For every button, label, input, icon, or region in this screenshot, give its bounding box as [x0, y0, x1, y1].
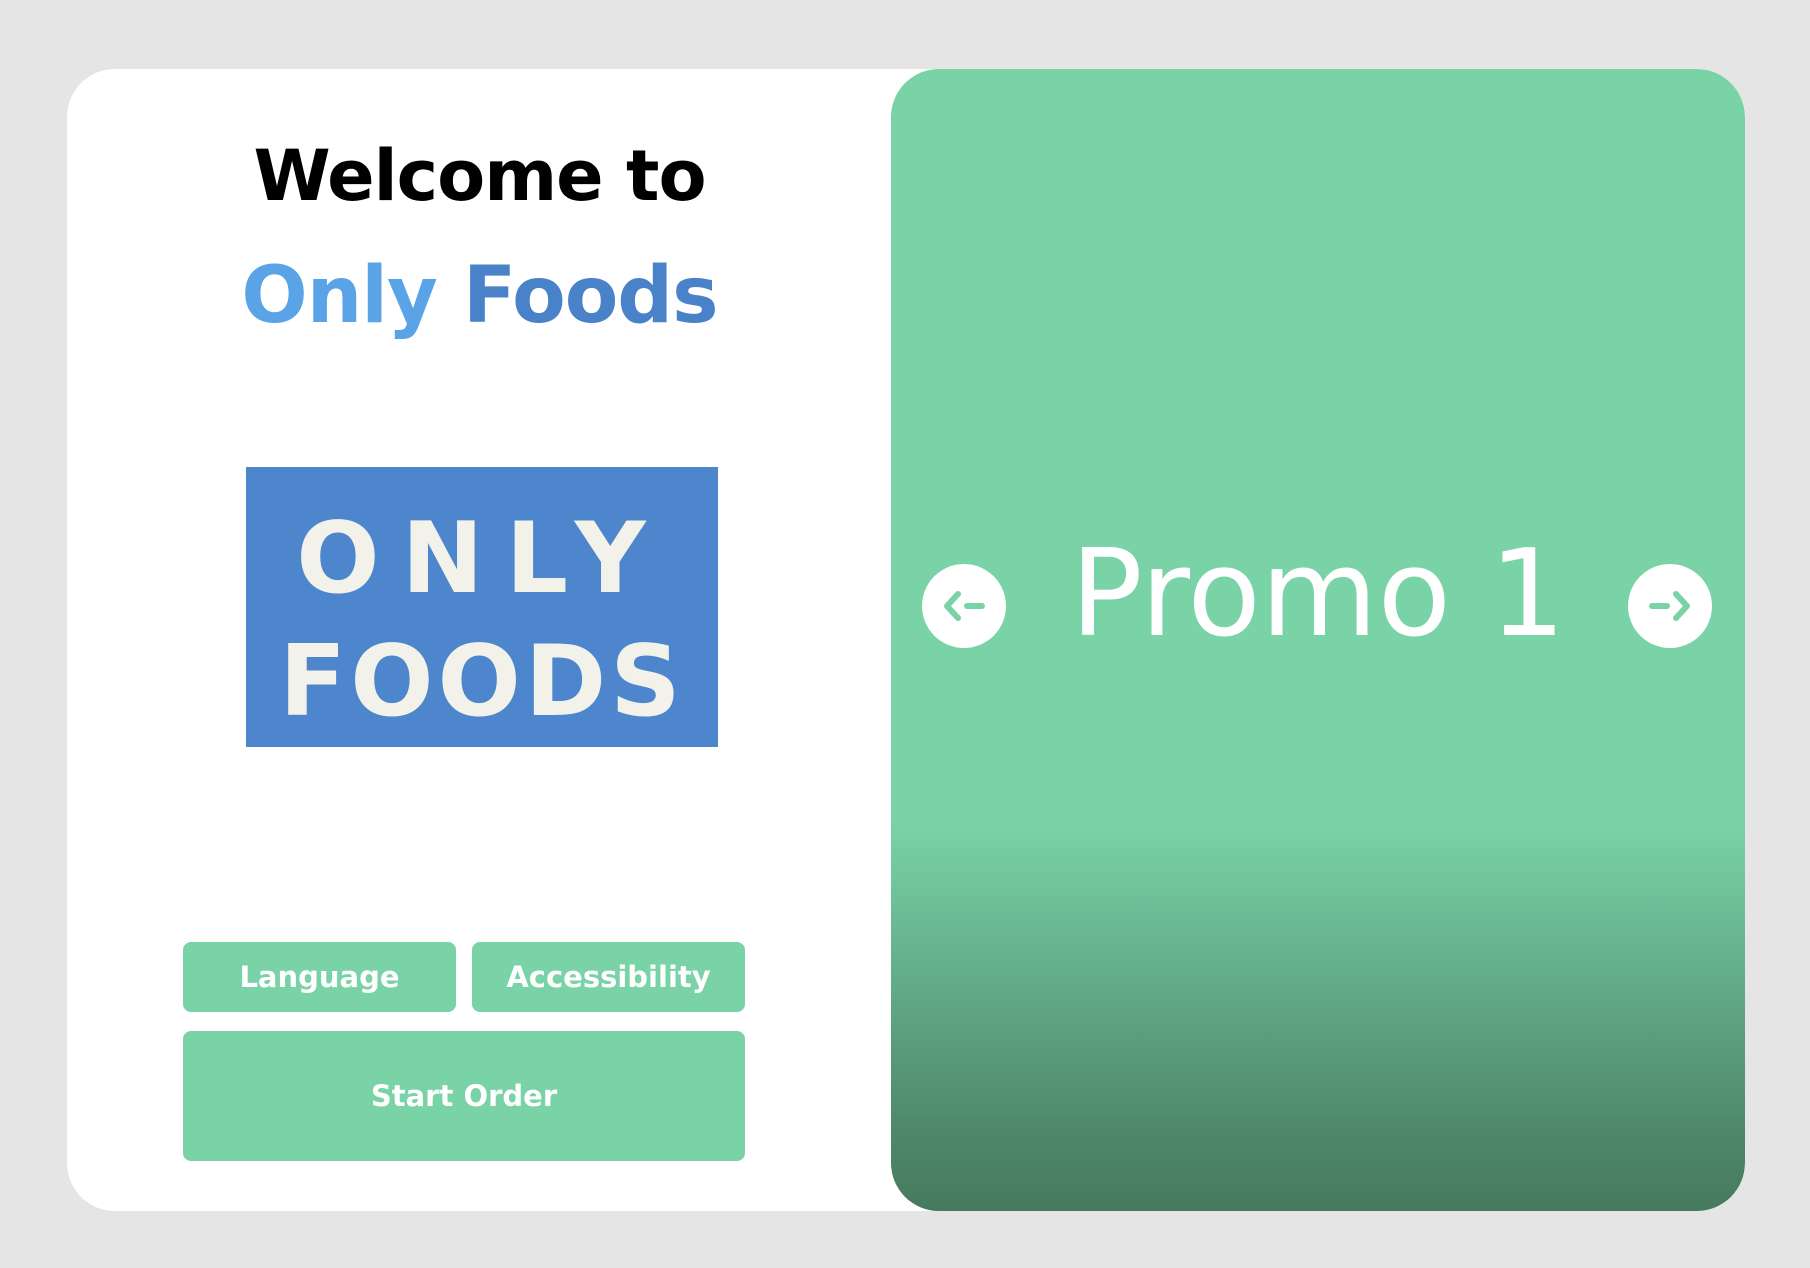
promo-prev-button[interactable]	[922, 564, 1006, 648]
accessibility-button[interactable]: Accessibility	[472, 942, 745, 1012]
welcome-panel: Welcome to Only Foods ONLY FOODS Languag…	[67, 69, 892, 1211]
kiosk-screen: Welcome to Only Foods ONLY FOODS Languag…	[67, 69, 1745, 1211]
welcome-heading: Welcome to	[253, 135, 706, 217]
promo-next-button[interactable]	[1628, 564, 1712, 648]
arrow-right-circle-icon	[1649, 591, 1690, 621]
brand-word-only: Only	[241, 251, 437, 341]
only-foods-logo: ONLY FOODS	[246, 467, 718, 747]
brand-word-foods: Foods	[463, 251, 719, 341]
start-order-button[interactable]: Start Order	[183, 1031, 745, 1161]
logo-text-line2: FOODS	[279, 625, 685, 739]
arrow-left-circle-icon	[944, 591, 985, 621]
promo-title: Promo 1	[1070, 525, 1566, 664]
language-button[interactable]: Language	[183, 942, 456, 1012]
brand-name: Only Foods	[67, 257, 892, 335]
logo-text-line1: ONLY	[296, 502, 667, 616]
promo-carousel: Promo 1	[891, 69, 1745, 1211]
